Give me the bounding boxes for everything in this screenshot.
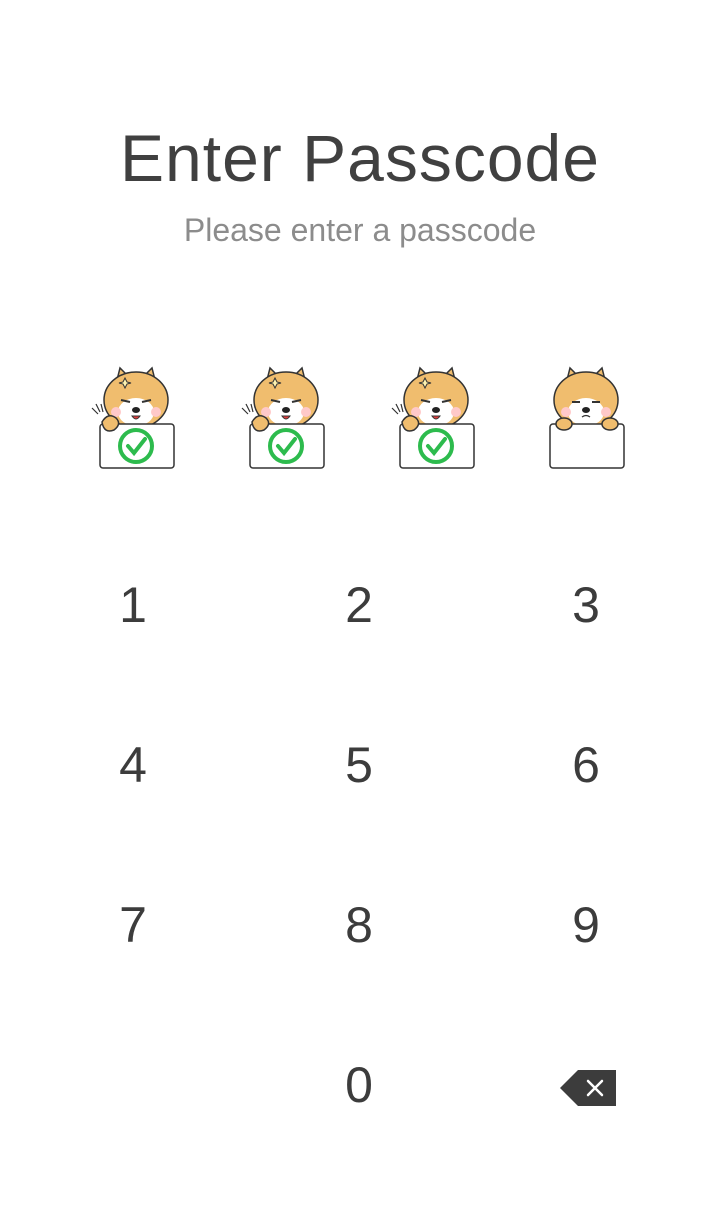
key-5[interactable]: 5 (269, 710, 449, 820)
passcode-indicator (0, 364, 720, 476)
passcode-slot-4-shiba-blank-sign-icon (549, 366, 625, 469)
passcode-slot-1-shiba-check-icon (91, 366, 175, 469)
key-6[interactable]: 6 (496, 710, 676, 820)
key-8[interactable]: 8 (269, 870, 449, 980)
page-subtitle: Please enter a passcode (183, 212, 537, 248)
key-4[interactable]: 4 (43, 710, 223, 820)
backspace-icon (560, 1070, 616, 1106)
key-9[interactable]: 9 (496, 870, 676, 980)
passcode-slot-2-shiba-check-icon (241, 366, 325, 469)
page-title: Enter Passcode (120, 121, 600, 195)
delete-button[interactable] (532, 1040, 644, 1136)
key-2[interactable]: 2 (269, 550, 449, 660)
key-1[interactable]: 1 (43, 550, 223, 660)
key-7[interactable]: 7 (43, 870, 223, 980)
passcode-slot-3-shiba-check-icon (391, 366, 475, 469)
key-3[interactable]: 3 (496, 550, 676, 660)
key-0[interactable]: 0 (269, 1030, 449, 1140)
